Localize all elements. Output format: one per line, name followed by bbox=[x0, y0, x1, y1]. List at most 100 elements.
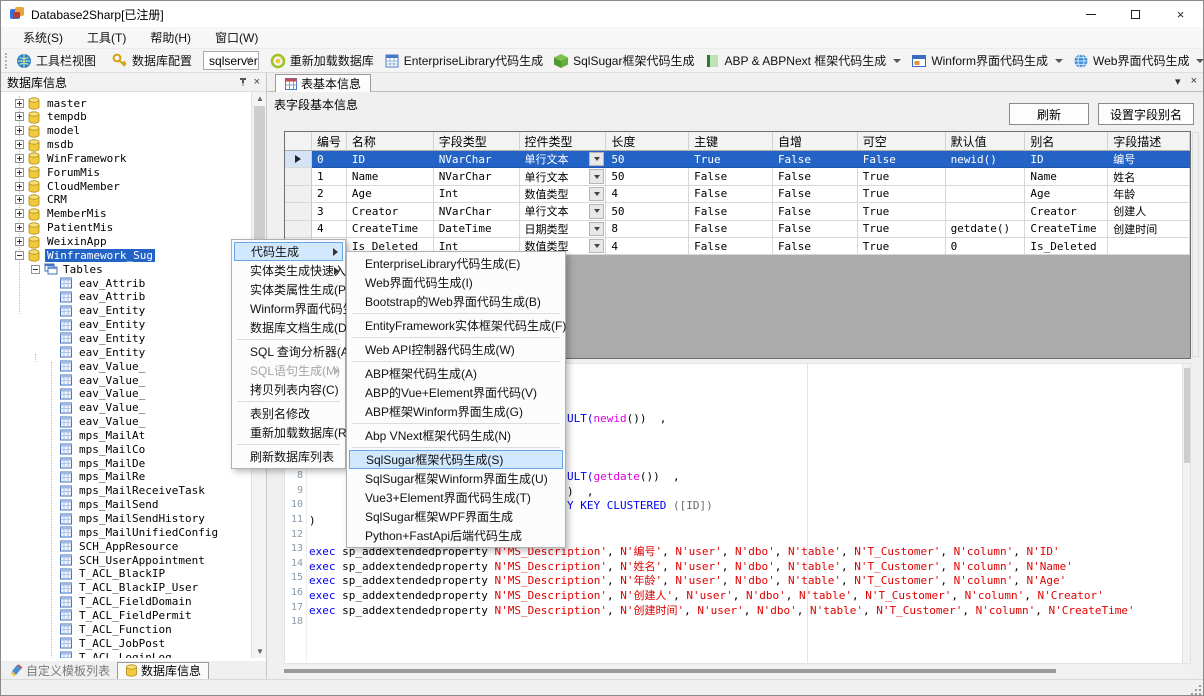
grid-cell[interactable]: 数值类型 bbox=[520, 186, 607, 203]
submenu-item-3[interactable]: Bootstrap的Web界面代码生成(B) bbox=[349, 292, 563, 311]
scroll-down-icon[interactable]: ▼ bbox=[256, 647, 264, 656]
tree-item-master[interactable]: master bbox=[15, 96, 89, 110]
cell-dropdown-icon[interactable] bbox=[589, 239, 604, 253]
grid-header-字段类型[interactable]: 字段类型 bbox=[434, 132, 520, 151]
expand-icon[interactable] bbox=[15, 99, 24, 108]
grid-row-4[interactable]: 4CreateTimeDateTime日期类型8FalseFalseTruege… bbox=[285, 221, 1190, 238]
tree-item-WinFramework[interactable]: WinFramework bbox=[15, 151, 128, 165]
grid-cell[interactable]: 8 bbox=[606, 221, 689, 238]
grid-cell[interactable] bbox=[946, 168, 1026, 185]
maximize-button[interactable] bbox=[1113, 1, 1158, 27]
tree-item-mps_MailRe[interactable]: mps_MailRe bbox=[47, 470, 147, 484]
submenu-item-13[interactable]: Abp VNext框架代码生成(N) bbox=[349, 426, 563, 445]
grid-cell[interactable]: 50 bbox=[606, 168, 689, 185]
submenu-item-5[interactable]: EntityFramework实体框架代码生成(F) bbox=[349, 316, 563, 335]
pin-icon[interactable] bbox=[238, 77, 248, 87]
tree-item-Tables[interactable]: Tables bbox=[31, 262, 105, 276]
tree-item-eav_Entity[interactable]: eav_Entity bbox=[47, 304, 147, 318]
grid-cell[interactable]: 姓名 bbox=[1108, 168, 1190, 185]
grid-cell[interactable]: 50 bbox=[606, 151, 689, 168]
context-menu-item-12[interactable]: 重新加载数据库(R) bbox=[234, 423, 343, 442]
dropdown-arrow-icon[interactable] bbox=[1196, 59, 1204, 63]
toolbar-web-button[interactable]: Web界面代码生成 bbox=[1068, 50, 1204, 71]
grid-cell[interactable]: False bbox=[689, 238, 773, 255]
tree-item-SCH_UserAppointment[interactable]: SCH_UserAppointment bbox=[47, 553, 207, 567]
minimize-button[interactable] bbox=[1068, 1, 1113, 27]
toolbar-view-button[interactable]: 工具栏视图 bbox=[11, 50, 101, 71]
toolbar-reload-button[interactable]: 重新加载数据库 bbox=[265, 50, 379, 71]
context-menu-item-5[interactable]: 数据库文档生成(D) bbox=[234, 318, 343, 337]
grid-cell[interactable]: 2 bbox=[312, 186, 347, 203]
grid-cell[interactable]: ID bbox=[347, 151, 434, 168]
grid-scrollbar[interactable] bbox=[1192, 132, 1199, 357]
tree-item-msdb[interactable]: msdb bbox=[15, 138, 76, 152]
submenu-item-19[interactable]: Python+FastApi后端代码生成 bbox=[349, 526, 563, 545]
grid-row-0[interactable]: 0IDNVarChar单行文本50TrueFalseFalsenewid()ID… bbox=[285, 151, 1190, 168]
context-menu-item-4[interactable]: Winform界面代码生成(W) bbox=[234, 299, 343, 318]
tree-item-MemberMis[interactable]: MemberMis bbox=[15, 207, 109, 221]
grid-cell[interactable]: False bbox=[773, 168, 858, 185]
grid-cell[interactable]: 50 bbox=[606, 203, 689, 220]
grid-cell[interactable]: False bbox=[689, 203, 773, 220]
tree-item-T_ACL_Function[interactable]: T_ACL_Function bbox=[47, 622, 174, 636]
toolbar-winform-button[interactable]: Winform界面代码生成 bbox=[906, 50, 1068, 71]
tree-item-Winframework_Sug[interactable]: Winframework_Sug bbox=[15, 248, 155, 262]
tree-item-eav_Value_[interactable]: eav_Value_ bbox=[47, 373, 147, 387]
bottom-tab-active[interactable]: 数据库信息 bbox=[117, 662, 209, 679]
grid-cell[interactable]: NVarChar bbox=[434, 203, 520, 220]
expand-icon[interactable] bbox=[15, 209, 24, 218]
grid-cell[interactable]: Name bbox=[1025, 168, 1108, 185]
grid-cell[interactable]: 4 bbox=[606, 186, 689, 203]
grid-cell[interactable]: False bbox=[773, 151, 858, 168]
grid-cell[interactable]: False bbox=[689, 186, 773, 203]
grid-row-selector[interactable] bbox=[285, 168, 312, 185]
tab-table-basic-info[interactable]: 表基本信息 bbox=[275, 74, 371, 92]
menubar-item-4[interactable]: 窗口(W) bbox=[203, 27, 270, 48]
tree-item-mps_MailDe[interactable]: mps_MailDe bbox=[47, 456, 147, 470]
bottom-tab-inactive[interactable]: 自定义模板列表 bbox=[3, 662, 117, 679]
grid-cell[interactable]: NVarChar bbox=[434, 168, 520, 185]
submenu-item-11[interactable]: ABP框架Winform界面生成(G) bbox=[349, 402, 563, 421]
grid-cell[interactable]: 4 bbox=[606, 238, 689, 255]
tab-close-icon[interactable]: × bbox=[1191, 75, 1197, 88]
grid-cell[interactable] bbox=[1108, 238, 1190, 255]
tree-item-eav_Entity[interactable]: eav_Entity bbox=[47, 345, 147, 359]
dropdown-arrow-icon[interactable] bbox=[1055, 59, 1063, 63]
grid-row-3[interactable]: 3CreatorNVarChar单行文本50FalseFalseTrueCrea… bbox=[285, 203, 1190, 220]
toolbar-grip[interactable] bbox=[5, 53, 7, 69]
grid-cell[interactable]: 日期类型 bbox=[520, 221, 607, 238]
tree-item-WeixinApp[interactable]: WeixinApp bbox=[15, 235, 109, 249]
grid-cell[interactable]: 1 bbox=[312, 168, 347, 185]
code-scrollbar[interactable] bbox=[1182, 364, 1190, 663]
expand-icon[interactable] bbox=[15, 237, 24, 246]
submenu-item-7[interactable]: Web API控制器代码生成(W) bbox=[349, 340, 563, 359]
scroll-up-icon[interactable]: ▲ bbox=[256, 94, 264, 103]
grid-row-2[interactable]: 2AgeInt数值类型4FalseFalseTrueAge年龄 bbox=[285, 186, 1190, 203]
grid-cell[interactable]: Int bbox=[434, 186, 520, 203]
tree-item-eav_Attrib[interactable]: eav_Attrib bbox=[47, 276, 147, 290]
grid-cell[interactable]: False bbox=[773, 221, 858, 238]
expand-icon[interactable] bbox=[15, 195, 24, 204]
tree-item-T_ACL_JobPost[interactable]: T_ACL_JobPost bbox=[47, 636, 167, 650]
close-button[interactable]: × bbox=[1158, 1, 1203, 27]
submenu-item-2[interactable]: Web界面代码生成(I) bbox=[349, 273, 563, 292]
grid-cell[interactable]: NVarChar bbox=[434, 151, 520, 168]
submenu-item-16[interactable]: SqlSugar框架Winform界面生成(U) bbox=[349, 469, 563, 488]
tree-item-eav_Attrib[interactable]: eav_Attrib bbox=[47, 290, 147, 304]
grid-cell[interactable]: Name bbox=[347, 168, 434, 185]
submenu-item-17[interactable]: Vue3+Element界面代码生成(T) bbox=[349, 488, 563, 507]
grid-cell[interactable]: 单行文本 bbox=[520, 168, 607, 185]
panel-close-icon[interactable]: × bbox=[254, 76, 260, 88]
tree-item-eav_Entity[interactable]: eav_Entity bbox=[47, 331, 147, 345]
tree-item-mps_MailSendHistory[interactable]: mps_MailSendHistory bbox=[47, 512, 207, 526]
grid-cell[interactable]: False bbox=[858, 151, 946, 168]
grid-cell[interactable]: 创建时间 bbox=[1108, 221, 1190, 238]
grid-header-字段描述[interactable]: 字段描述 bbox=[1108, 132, 1190, 151]
grid-cell[interactable] bbox=[946, 203, 1026, 220]
toolbar-abp-button[interactable]: ABP & ABPNext 框架代码生成 bbox=[699, 50, 906, 71]
cell-dropdown-icon[interactable] bbox=[589, 187, 604, 201]
cell-dropdown-icon[interactable] bbox=[589, 152, 604, 166]
toolbar-enterpriselibrary-button[interactable]: EnterpriseLibrary代码生成 bbox=[379, 50, 548, 71]
tree-item-tempdb[interactable]: tempdb bbox=[15, 110, 89, 124]
grid-cell[interactable] bbox=[946, 186, 1026, 203]
